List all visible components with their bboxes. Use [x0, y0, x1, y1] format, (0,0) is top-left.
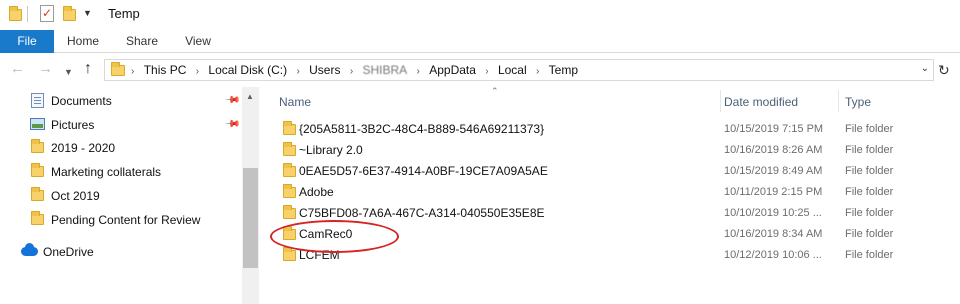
folder-icon [283, 142, 296, 156]
address-history-dropdown-icon[interactable]: ⌄ [921, 63, 929, 74]
sidebar-item-pictures[interactable]: Pictures 📌 [0, 114, 241, 136]
column-divider[interactable] [720, 90, 721, 112]
ribbon: File Home Share View [0, 30, 960, 53]
file-date-modified: 10/15/2019 8:49 AM [724, 165, 823, 177]
file-row[interactable]: ~Library 2.0 10/16/2019 8:26 AM File fol… [262, 140, 960, 161]
chevron-right-icon[interactable]: › [485, 62, 488, 82]
sidebar-item-oct-2019[interactable]: Oct 2019 [0, 185, 240, 207]
column-divider[interactable] [838, 90, 839, 112]
file-type: File folder [845, 228, 894, 240]
breadcrumb-local-disk[interactable]: Local Disk (C:) [208, 60, 287, 80]
breadcrumb-this-pc[interactable]: This PC [144, 60, 187, 80]
file-type: File folder [845, 186, 894, 198]
sidebar-item-pending-content[interactable]: Pending Content for Review [0, 209, 240, 231]
file-type: File folder [845, 249, 894, 261]
breadcrumb-local[interactable]: Local [498, 60, 527, 80]
folder-icon [283, 121, 296, 135]
chevron-right-icon[interactable]: › [296, 62, 299, 82]
file-date-modified: 10/16/2019 8:26 AM [724, 144, 823, 156]
breadcrumb: › This PC › Local Disk (C:) › Users › SH… [131, 60, 578, 80]
scrollbar-thumb[interactable] [243, 168, 258, 268]
chevron-right-icon[interactable]: › [196, 62, 199, 82]
folder-icon [111, 62, 125, 76]
chevron-right-icon[interactable]: › [417, 62, 420, 82]
file-row[interactable]: {205A5811-3B2C-48C4-B889-546A69211373} 1… [262, 119, 960, 140]
folder-icon [283, 163, 296, 177]
sort-ascending-icon: ⌃ [491, 86, 499, 96]
onedrive-cloud-icon [21, 243, 38, 256]
chevron-right-icon[interactable]: › [536, 62, 539, 82]
sidebar-item-label: Documents [51, 94, 112, 108]
breadcrumb-temp[interactable]: Temp [549, 60, 578, 80]
file-date-modified: 10/15/2019 7:15 PM [724, 123, 824, 135]
chevron-right-icon[interactable]: › [350, 62, 353, 82]
file-date-modified: 10/11/2019 2:15 PM [724, 186, 823, 198]
file-name: C75BFD08-7A6A-467C-A314-040550E35E8E [299, 206, 545, 220]
file-type: File folder [845, 207, 894, 219]
sidebar-item-label: Pending Content for Review [51, 213, 201, 227]
folder-icon [31, 187, 44, 201]
sidebar-item-marketing-collaterals[interactable]: Marketing collaterals [0, 161, 240, 183]
scroll-up-arrow-icon[interactable]: ▲ [246, 92, 254, 101]
up-arrow-icon[interactable]: ↑ [84, 61, 92, 77]
column-header-type[interactable]: Type [845, 95, 871, 109]
chevron-right-icon: › [131, 66, 135, 77]
tab-file[interactable]: File [0, 30, 54, 53]
toolbar-divider [27, 6, 28, 22]
sidebar-item-onedrive[interactable]: OneDrive [0, 241, 240, 263]
file-row[interactable]: 0EAE5D57-6E37-4914-A0BF-19CE7A09A5AE 10/… [262, 161, 960, 182]
file-name: Adobe [299, 185, 334, 199]
tab-home[interactable]: Home [60, 30, 106, 53]
breadcrumb-user[interactable]: SHIBRA [363, 60, 408, 80]
file-type: File folder [845, 123, 894, 135]
file-row[interactable]: Adobe 10/11/2019 2:15 PM File folder [262, 182, 960, 203]
navigation-pane: Documents 📌 Pictures 📌 2019 - 2020 Marke… [0, 87, 258, 304]
breadcrumb-appdata[interactable]: AppData [429, 60, 476, 80]
refresh-icon[interactable]: ↻ [938, 62, 950, 79]
pictures-icon [30, 118, 45, 130]
file-name: 0EAE5D57-6E37-4914-A0BF-19CE7A09A5AE [299, 164, 548, 178]
folder-icon [9, 6, 22, 21]
sidebar-item-label: OneDrive [43, 245, 94, 259]
address-bar[interactable]: › This PC › Local Disk (C:) › Users › SH… [104, 59, 934, 81]
sidebar-item-label: Marketing collaterals [51, 165, 162, 179]
new-folder-icon[interactable] [63, 6, 76, 21]
tab-share[interactable]: Share [120, 30, 164, 53]
documents-icon [31, 93, 44, 108]
folder-icon [283, 247, 296, 261]
file-date-modified: 10/16/2019 8:34 AM [724, 228, 823, 240]
pin-icon[interactable]: 📌 [224, 116, 241, 133]
tab-view[interactable]: View [178, 30, 218, 53]
file-date-modified: 10/10/2019 10:25 ... [724, 207, 822, 219]
column-header-date-modified[interactable]: Date modified [724, 95, 798, 109]
recent-locations-icon[interactable]: ▼ [64, 64, 73, 80]
folder-icon [283, 205, 296, 219]
sidebar-item-label: 2019 - 2020 [51, 141, 116, 155]
title-bar: ✓ ▼ Temp [0, 0, 960, 30]
back-arrow-icon[interactable]: ← [10, 61, 25, 77]
customize-toolbar-icon[interactable]: ▼ [83, 8, 92, 18]
column-header-name[interactable]: Name [279, 95, 311, 109]
file-type: File folder [845, 165, 894, 177]
folder-icon [31, 211, 44, 225]
folder-icon [283, 184, 296, 198]
sidebar-item-2019-2020[interactable]: 2019 - 2020 [0, 137, 240, 159]
sidebar-item-label: Oct 2019 [51, 189, 100, 203]
folder-icon [31, 163, 44, 177]
pin-icon[interactable]: 📌 [224, 92, 241, 109]
forward-arrow-icon[interactable]: → [38, 61, 53, 77]
folder-icon [31, 139, 44, 153]
file-name: {205A5811-3B2C-48C4-B889-546A69211373} [299, 122, 545, 136]
navigation-bar: ← → ▼ ↑ › This PC › Local Disk (C:) › Us… [0, 53, 960, 87]
file-date-modified: 10/12/2019 10:06 ... [724, 249, 822, 261]
window-title: Temp [108, 6, 140, 21]
properties-icon[interactable]: ✓ [40, 5, 54, 22]
file-type: File folder [845, 144, 894, 156]
breadcrumb-users[interactable]: Users [309, 60, 340, 80]
file-row[interactable]: C75BFD08-7A6A-467C-A314-040550E35E8E 10/… [262, 203, 960, 224]
sidebar-item-documents[interactable]: Documents 📌 [0, 90, 241, 112]
highlight-annotation-ellipse [270, 220, 399, 253]
file-name: ~Library 2.0 [299, 143, 363, 157]
sidebar-item-label: Pictures [51, 118, 95, 132]
